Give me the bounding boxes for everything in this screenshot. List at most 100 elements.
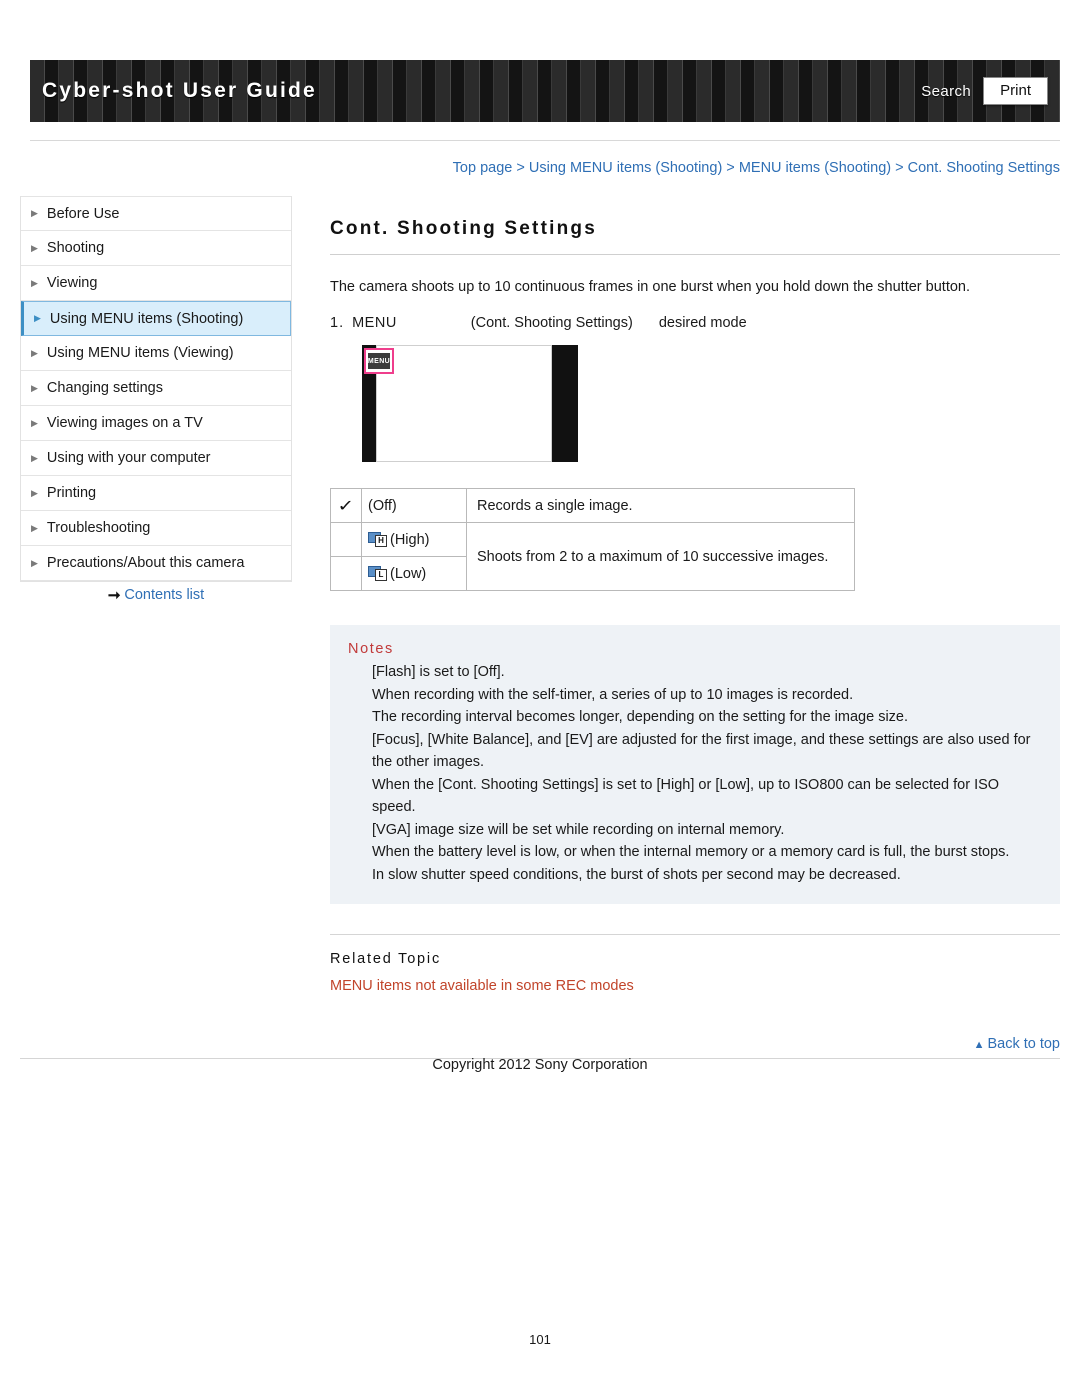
option-label-text: (High) xyxy=(390,531,430,548)
back-to-top-link[interactable]: Back to top xyxy=(987,1036,1060,1052)
step-target-label: (Cont. Shooting Settings) xyxy=(470,315,633,332)
option-icon-cell xyxy=(330,522,362,558)
notes-list: [Flash] is set to [Off]. When recording … xyxy=(348,661,1044,886)
notes-panel: Notes [Flash] is set to [Off]. When reco… xyxy=(330,625,1060,904)
note-item: [Focus], [White Balance], and [EV] are a… xyxy=(372,731,1031,771)
breadcrumb-separator: > xyxy=(891,160,908,176)
step-instruction: 1. MENU (Cont. Shooting Settings) desire… xyxy=(330,315,1060,331)
breadcrumb-item-top-page[interactable]: Top page xyxy=(453,160,513,176)
sidebar-item-printing[interactable]: ▶ Printing xyxy=(21,476,291,511)
option-description-cell: Shoots from 2 to a maximum of 10 success… xyxy=(466,522,855,592)
step-result-label: desired mode xyxy=(658,315,747,332)
breadcrumb-item-menu-items-shooting[interactable]: MENU items (Shooting) xyxy=(739,160,891,176)
chevron-right-icon: ▶ xyxy=(31,347,38,358)
triangle-up-icon: ▲ xyxy=(973,1039,985,1051)
chevron-right-icon: ▶ xyxy=(31,417,38,428)
sidebar-item-using-with-your-computer[interactable]: ▶ Using with your computer xyxy=(21,441,291,476)
chevron-right-icon: ▶ xyxy=(31,522,38,533)
burst-low-icon: L xyxy=(368,565,387,581)
breadcrumb-item-current: Cont. Shooting Settings xyxy=(907,160,1060,176)
notes-title: Notes xyxy=(348,641,394,658)
sidebar-item-label: Using MENU items (Viewing) xyxy=(46,345,234,361)
sidebar-item-viewing-images-on-a-tv[interactable]: ▶ Viewing images on a TV xyxy=(21,406,291,441)
sidebar-item-label: Shooting xyxy=(46,240,105,256)
chevron-right-icon: ▶ xyxy=(31,452,38,463)
back-to-top[interactable]: ▲ Back to top xyxy=(330,1036,1060,1052)
sidebar: ▶ Before Use ▶ Shooting ▶ Viewing ▶ Usin… xyxy=(20,196,292,582)
sidebar-item-precautions-about-this-camera[interactable]: ▶ Precautions/About this camera xyxy=(21,546,291,581)
chevron-right-icon: ▶ xyxy=(31,242,38,253)
option-label-cell: H (High) xyxy=(361,522,467,558)
breadcrumb-separator: > xyxy=(722,160,739,176)
chevron-right-icon: ▶ xyxy=(31,277,38,288)
sidebar-item-viewing[interactable]: ▶ Viewing xyxy=(21,266,291,301)
search-link[interactable]: Search xyxy=(921,83,971,100)
sidebar-item-label: Troubleshooting xyxy=(46,520,151,536)
copyright-text: Copyright 2012 Sony Corporation xyxy=(432,1057,648,1073)
sidebar-item-changing-settings[interactable]: ▶ Changing settings xyxy=(21,371,291,406)
header-actions: Search Print xyxy=(921,77,1060,105)
intro-text: The camera shoots up to 10 continuous fr… xyxy=(330,279,971,295)
check-icon: ✓ xyxy=(337,497,355,515)
step-number: 1. xyxy=(330,315,345,332)
note-item: In slow shutter speed conditions, the bu… xyxy=(372,866,901,883)
note-item: [Flash] is set to [Off]. xyxy=(372,664,505,681)
chevron-right-icon: ▶ xyxy=(31,208,38,218)
sidebar-item-before-use[interactable]: ▶ Before Use xyxy=(21,196,291,231)
sidebar-item-label: Using with your computer xyxy=(46,450,211,466)
chevron-right-icon: ▶ xyxy=(31,487,38,498)
option-icon-cell xyxy=(330,556,362,592)
option-description-cell: Records a single image. xyxy=(466,488,855,524)
page-number: 101 xyxy=(529,1332,551,1347)
burst-high-icon: H xyxy=(368,531,387,547)
title-divider xyxy=(330,254,1060,255)
table-row: ✓ (Off) Records a single image. xyxy=(330,488,855,524)
sidebar-item-label: Viewing xyxy=(46,275,98,291)
sidebar-item-label: Viewing images on a TV xyxy=(46,415,203,431)
table-row: H (High) Shoots from 2 to a maximum of 1… xyxy=(330,522,855,592)
sidebar-item-using-menu-items-shooting[interactable]: ▶ Using MENU items (Shooting) xyxy=(21,301,291,336)
contents-list-link[interactable]: Contents list xyxy=(124,587,204,603)
illustration-frame xyxy=(376,345,552,463)
related-topic-title: Related Topic xyxy=(330,950,441,967)
sidebar-item-label: Printing xyxy=(46,485,97,501)
camera-screen-illustration: MENU xyxy=(362,345,607,463)
options-table: ✓ (Off) Records a single image. H (High)… xyxy=(330,488,855,592)
note-item: [VGA] image size will be set while recor… xyxy=(372,821,785,838)
breadcrumb-item-using-menu-items-shooting[interactable]: Using MENU items (Shooting) xyxy=(529,160,722,176)
chevron-right-icon: ▶ xyxy=(31,557,38,568)
chevron-right-icon: ▶ xyxy=(31,382,38,393)
note-item: When the [Cont. Shooting Settings] is se… xyxy=(372,776,1000,816)
header-divider xyxy=(30,140,1060,141)
chevron-right-icon: ▶ xyxy=(34,313,41,323)
menu-highlight-box: MENU xyxy=(364,348,394,375)
option-label-text: (Low) xyxy=(390,565,427,582)
app-header: Cyber-shot User Guide Search Print xyxy=(30,60,1060,122)
sidebar-item-troubleshooting[interactable]: ▶ Troubleshooting xyxy=(21,511,291,546)
note-item: When the battery level is low, or when t… xyxy=(372,844,1010,861)
app-title: Cyber-shot User Guide xyxy=(42,79,317,102)
page-title: Cont. Shooting Settings xyxy=(330,218,597,239)
related-divider xyxy=(330,933,1060,935)
print-button[interactable]: Print xyxy=(983,77,1048,105)
option-icon-cell: ✓ xyxy=(330,488,362,524)
related-topic-link[interactable]: MENU items not available in some REC mod… xyxy=(330,978,634,994)
sidebar-item-label: Changing settings xyxy=(46,380,163,396)
arrow-right-icon: ➞ xyxy=(107,587,121,604)
sidebar-item-shooting[interactable]: ▶ Shooting xyxy=(21,231,291,266)
illustration-right-band xyxy=(552,345,578,463)
option-label-cell: (Off) xyxy=(361,488,467,524)
sidebar-item-label: Precautions/About this camera xyxy=(46,555,245,571)
menu-icon: MENU xyxy=(368,353,390,370)
note-item: The recording interval becomes longer, d… xyxy=(372,709,909,726)
note-item: When recording with the self-timer, a se… xyxy=(372,686,854,703)
breadcrumb: Top page > Using MENU items (Shooting) >… xyxy=(30,160,1060,176)
breadcrumb-separator: > xyxy=(512,160,529,176)
option-label-cell: L (Low) xyxy=(361,556,467,592)
sidebar-item-using-menu-items-viewing[interactable]: ▶ Using MENU items (Viewing) xyxy=(21,336,291,371)
sidebar-item-label: Using MENU items (Shooting) xyxy=(49,310,244,327)
contents-list[interactable]: ➞ Contents list xyxy=(20,586,292,604)
sidebar-item-label: Before Use xyxy=(46,205,120,222)
step-menu-label: MENU xyxy=(352,315,397,332)
main-content: Cont. Shooting Settings The camera shoot… xyxy=(330,218,1060,995)
